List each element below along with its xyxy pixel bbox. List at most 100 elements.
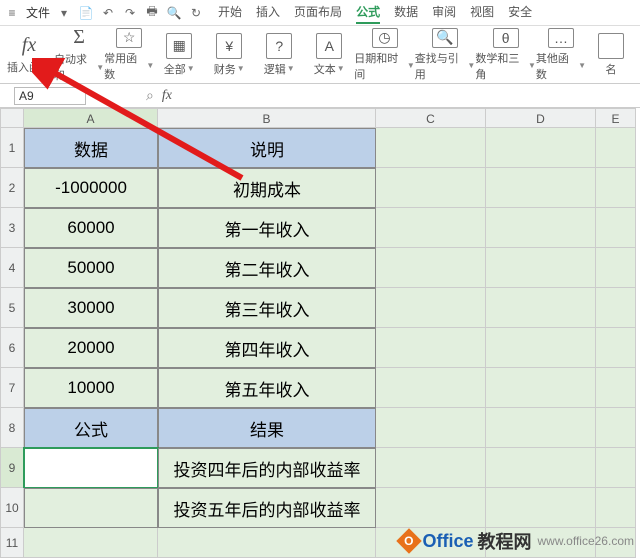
cell-E3[interactable] <box>596 208 636 248</box>
tab-view[interactable]: 视图 <box>470 1 494 24</box>
cell-A8[interactable]: 公式 <box>24 408 158 448</box>
cell-B2[interactable]: 初期成本 <box>158 168 376 208</box>
cell-E2[interactable] <box>596 168 636 208</box>
tab-start[interactable]: 开始 <box>218 1 242 24</box>
print-icon[interactable]: 🖶 <box>144 5 160 21</box>
cell-D8[interactable] <box>486 408 596 448</box>
redo-icon[interactable]: ↷ <box>122 5 138 21</box>
lookup-icon[interactable]: ⌕ <box>146 87 154 104</box>
row-header[interactable]: 6 <box>0 328 24 368</box>
cell-D6[interactable] <box>486 328 596 368</box>
cell-C9[interactable] <box>376 448 486 488</box>
file-menu[interactable]: 文件 <box>26 4 50 21</box>
cell-C5[interactable] <box>376 288 486 328</box>
cell-D3[interactable] <box>486 208 596 248</box>
tab-insert[interactable]: 插入 <box>256 1 280 24</box>
col-header-C[interactable]: C <box>376 108 486 128</box>
ribbon-btn-3[interactable]: ▦全部▼ <box>154 28 204 82</box>
cell-D1[interactable] <box>486 128 596 168</box>
cell-A11[interactable] <box>24 528 158 558</box>
undo-icon[interactable]: ↶ <box>100 5 116 21</box>
row-header[interactable]: 8 <box>0 408 24 448</box>
col-header-D[interactable]: D <box>486 108 596 128</box>
cell-E7[interactable] <box>596 368 636 408</box>
cell-D9[interactable] <box>486 448 596 488</box>
tab-pagelayout[interactable]: 页面布局 <box>294 1 342 24</box>
cell-D5[interactable] <box>486 288 596 328</box>
ribbon-btn-9[interactable]: θ数学和三角▼ <box>475 28 536 82</box>
chevron-down-icon[interactable]: ▾ <box>56 5 72 21</box>
cell-C7[interactable] <box>376 368 486 408</box>
save-icon[interactable]: 📄 <box>78 5 94 21</box>
cell-B11[interactable] <box>158 528 376 558</box>
cell-E9[interactable] <box>596 448 636 488</box>
fx-icon[interactable]: fx <box>162 88 172 104</box>
cell-E1[interactable] <box>596 128 636 168</box>
ribbon-btn-11[interactable]: 名 <box>586 28 636 82</box>
hamburger-icon[interactable]: ≡ <box>4 5 20 21</box>
cell-B8[interactable]: 结果 <box>158 408 376 448</box>
tab-security[interactable]: 安全 <box>508 1 532 24</box>
ribbon-btn-0[interactable]: fx插入函数 <box>4 28 54 82</box>
row-header[interactable]: 4 <box>0 248 24 288</box>
cell-B4[interactable]: 第二年收入 <box>158 248 376 288</box>
cell-B6[interactable]: 第四年收入 <box>158 328 376 368</box>
cell-B3[interactable]: 第一年收入 <box>158 208 376 248</box>
cell-C6[interactable] <box>376 328 486 368</box>
cell-E6[interactable] <box>596 328 636 368</box>
row-header[interactable]: 10 <box>0 488 24 528</box>
col-header-B[interactable]: B <box>158 108 376 128</box>
cell-E5[interactable] <box>596 288 636 328</box>
row-header[interactable]: 3 <box>0 208 24 248</box>
cell-C2[interactable] <box>376 168 486 208</box>
row-header[interactable]: 5 <box>0 288 24 328</box>
cell-C10[interactable] <box>376 488 486 528</box>
col-header-A[interactable]: A <box>24 108 158 128</box>
cell-A3[interactable]: 60000 <box>24 208 158 248</box>
ribbon-btn-8[interactable]: 🔍查找与引用▼ <box>415 28 476 82</box>
col-header-E[interactable]: E <box>596 108 636 128</box>
row-header[interactable]: 11 <box>0 528 24 558</box>
ribbon-btn-10[interactable]: …其他函数▼ <box>536 28 586 82</box>
cell-B10[interactable]: 投资五年后的内部收益率 <box>158 488 376 528</box>
cell-E4[interactable] <box>596 248 636 288</box>
cell-A1[interactable]: 数据 <box>24 128 158 168</box>
ribbon-btn-4[interactable]: ¥财务▼ <box>204 28 254 82</box>
row-header[interactable]: 2 <box>0 168 24 208</box>
cell-D10[interactable] <box>486 488 596 528</box>
cell-C4[interactable] <box>376 248 486 288</box>
row-header[interactable]: 7 <box>0 368 24 408</box>
tab-formulas[interactable]: 公式 <box>356 1 380 24</box>
tab-data[interactable]: 数据 <box>394 1 418 24</box>
ribbon-btn-2[interactable]: ☆常用函数▼ <box>104 28 154 82</box>
cell-B7[interactable]: 第五年收入 <box>158 368 376 408</box>
row-header[interactable]: 1 <box>0 128 24 168</box>
ribbon-btn-6[interactable]: A文本▼ <box>304 28 354 82</box>
cell-C1[interactable] <box>376 128 486 168</box>
cell-A9[interactable] <box>24 448 158 488</box>
preview-icon[interactable]: 🔍 <box>166 5 182 21</box>
ribbon-btn-1[interactable]: Σ自动求和▼ <box>54 28 104 82</box>
cell-A6[interactable]: 20000 <box>24 328 158 368</box>
cell-C3[interactable] <box>376 208 486 248</box>
cell-B9[interactable]: 投资四年后的内部收益率 <box>158 448 376 488</box>
cell-A5[interactable]: 30000 <box>24 288 158 328</box>
cell-E10[interactable] <box>596 488 636 528</box>
cell-B5[interactable]: 第三年收入 <box>158 288 376 328</box>
redo2-icon[interactable]: ↻ <box>188 5 204 21</box>
cell-A2[interactable]: -1000000 <box>24 168 158 208</box>
cell-B1[interactable]: 说明 <box>158 128 376 168</box>
cell-D7[interactable] <box>486 368 596 408</box>
select-all-corner[interactable] <box>0 108 24 128</box>
cell-C8[interactable] <box>376 408 486 448</box>
cell-D2[interactable] <box>486 168 596 208</box>
tab-review[interactable]: 审阅 <box>432 1 456 24</box>
cell-A10[interactable] <box>24 488 158 528</box>
cell-A4[interactable]: 50000 <box>24 248 158 288</box>
ribbon-btn-7[interactable]: ◷日期和时间▼ <box>354 28 415 82</box>
cell-E8[interactable] <box>596 408 636 448</box>
name-box[interactable]: A9 <box>14 87 86 105</box>
cell-A7[interactable]: 10000 <box>24 368 158 408</box>
ribbon-btn-5[interactable]: ?逻辑▼ <box>254 28 304 82</box>
cell-D4[interactable] <box>486 248 596 288</box>
